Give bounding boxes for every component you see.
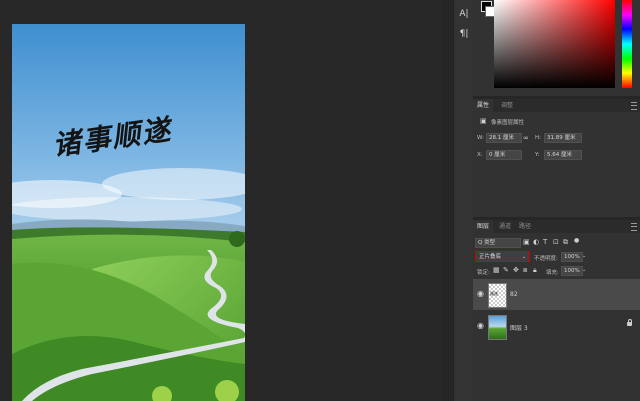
y-label: Y: <box>535 152 540 158</box>
paragraph-icon[interactable]: ¶| <box>458 28 470 40</box>
panel-dock-icons: A| ¶| <box>453 0 475 401</box>
color-picker-field[interactable] <box>494 0 615 88</box>
width-label: W: <box>477 135 484 141</box>
layer-row[interactable]: ◉ 顺遂 82 <box>473 279 640 310</box>
fill-field[interactable]: 100% <box>561 266 583 276</box>
layer-filter-select[interactable]: Q 类型 <box>475 238 521 248</box>
opacity-field[interactable]: 100% <box>561 252 583 262</box>
opacity-label: 不透明度: <box>534 256 558 262</box>
height-label: H: <box>535 135 541 141</box>
height-field[interactable]: 31.89 厘米 <box>544 133 582 143</box>
fill-label: 填充: <box>546 270 559 276</box>
document-image <box>12 24 245 401</box>
filter-pixel-icon[interactable]: ▣ <box>523 238 530 246</box>
chevron-down-icon: ⌄ <box>521 254 526 260</box>
filter-toggle-icon[interactable]: ● <box>574 237 579 245</box>
lock-label: 锁定: <box>477 270 490 276</box>
blend-mode-value: 正片叠底 <box>479 254 502 260</box>
layers-empty-area <box>473 343 640 401</box>
x-field[interactable]: 0 厘米 <box>486 150 522 160</box>
lock-image-icon[interactable]: ✎ <box>503 266 509 274</box>
document-canvas[interactable]: 诸事顺遂 <box>12 24 245 401</box>
blend-mode-select[interactable]: 正片叠底 ⌄ <box>475 251 530 262</box>
tab-layers[interactable]: 图层 <box>473 220 494 233</box>
tab-paths[interactable]: 路径 <box>515 220 535 233</box>
filter-shape-icon[interactable]: ⊡ <box>553 238 559 246</box>
link-icon[interactable]: ∞ <box>523 134 529 142</box>
layer-name[interactable]: 图层 3 <box>510 323 528 332</box>
layer-row[interactable]: ◉ 图层 3 <box>473 311 640 342</box>
filter-smartobject-icon[interactable]: ⧉ <box>563 238 568 246</box>
tab-properties[interactable]: 属性 <box>473 99 494 112</box>
properties-tabbar: 属性 调整 <box>473 99 640 112</box>
y-field[interactable]: 5.64 厘米 <box>544 150 582 160</box>
layer-thumbnail-text: 顺遂 <box>490 291 498 296</box>
layer-name[interactable]: 82 <box>510 291 518 298</box>
filter-adjustment-icon[interactable]: ◐ <box>533 238 539 246</box>
pixel-layer-icon: ▣ <box>480 117 487 125</box>
layer-thumbnail <box>488 315 507 340</box>
photoshop-window: 诸事顺遂 A| ¶| 属性 调整 ▣ 像素图层属性 W: 28.1 厘米 ∞ H… <box>0 0 640 401</box>
x-label: X: <box>477 152 483 158</box>
eye-icon[interactable]: ◉ <box>477 290 484 298</box>
layer-thumbnail: 顺遂 <box>488 283 507 308</box>
width-field[interactable]: 28.1 厘米 <box>486 133 522 143</box>
fill-chevron-icon[interactable]: ⌄ <box>582 266 586 274</box>
lock-artboard-icon[interactable]: ⧈ <box>523 266 527 274</box>
opacity-chevron-icon[interactable]: ⌄ <box>582 252 586 260</box>
character-icon[interactable]: A| <box>458 8 470 20</box>
color-swatches[interactable] <box>476 1 496 17</box>
lock-position-icon[interactable]: ✥ <box>513 266 519 274</box>
tab-channels[interactable]: 通道 <box>495 220 515 233</box>
layers-tabbar: 图层 通道 路径 <box>473 220 640 233</box>
canvas-area[interactable]: 诸事顺遂 <box>0 0 442 401</box>
lock-transparent-icon[interactable]: ▦ <box>493 266 500 274</box>
panel-menu-icon[interactable] <box>631 102 637 110</box>
lock-all-icon[interactable]: 🔒︎ <box>533 266 537 274</box>
lock-icon <box>627 319 632 326</box>
layers-menu-icon[interactable] <box>631 223 637 231</box>
properties-section-title: 像素图层属性 <box>491 120 525 126</box>
eye-icon[interactable]: ◉ <box>477 322 484 330</box>
filter-type-icon[interactable]: T <box>543 238 547 246</box>
hue-slider[interactable] <box>622 0 632 88</box>
tab-adjustments[interactable]: 调整 <box>497 99 517 112</box>
right-panels: 属性 调整 ▣ 像素图层属性 W: 28.1 厘米 ∞ H: 31.89 厘米 … <box>473 0 640 401</box>
